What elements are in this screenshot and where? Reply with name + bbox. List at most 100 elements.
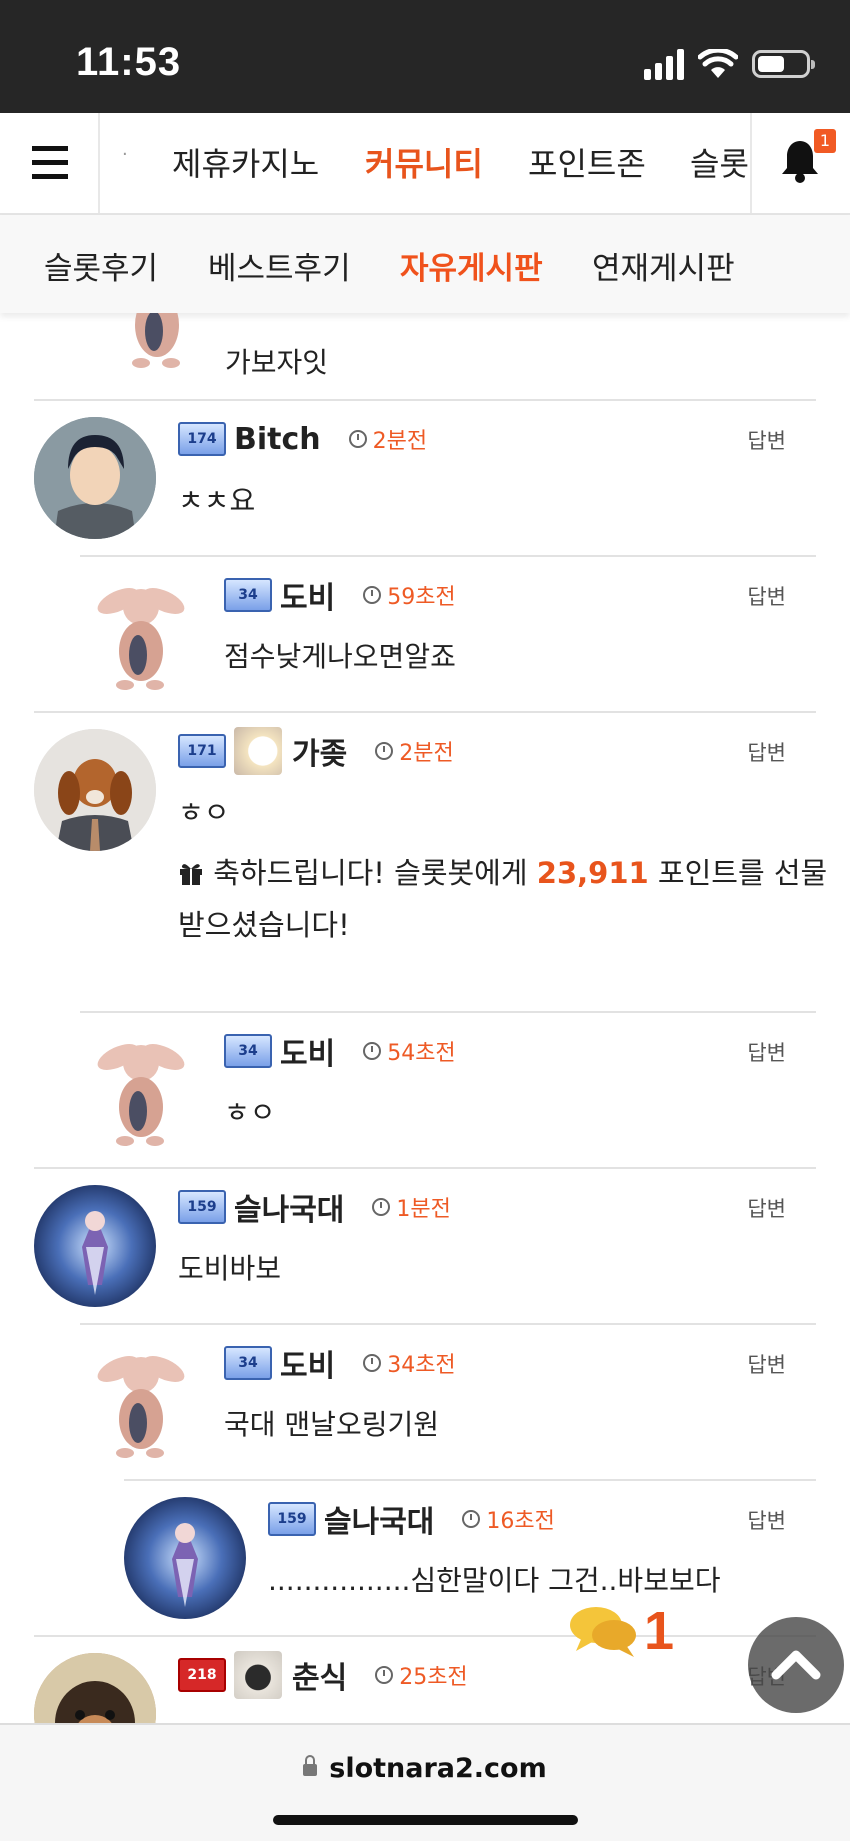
gift-notice: 축하드립니다! 슬롯봇에게 23,911 포인트를 선물 받으셨습니다!	[178, 847, 838, 951]
clock-icon	[375, 1666, 394, 1684]
comment-item: 218 춘식 25초전 답변	[34, 1635, 816, 1723]
top-nav: . 제휴카지노 커뮤니티 포인트존 슬롯 1	[0, 113, 850, 215]
level-badge: 159	[178, 1190, 226, 1224]
menu-icon[interactable]	[0, 113, 100, 213]
sub-nav: 슬롯후기 베스트후기 자유게시판 연재게시판	[0, 215, 850, 313]
comment-time: 25초전	[399, 1665, 468, 1690]
level-badge: 174	[178, 422, 226, 456]
comment-item: 159 슬나국대 16초전 답변 ................심한말이다 그…	[124, 1479, 816, 1637]
avatar	[96, 313, 218, 375]
comment-author[interactable]: 슬나국대	[324, 1497, 434, 1541]
reply-button[interactable]: 답변	[747, 1037, 786, 1067]
home-indicator[interactable]	[273, 1815, 578, 1825]
level-badge: 34	[224, 1034, 272, 1068]
nav-item-point-zone[interactable]: 포인트존	[528, 139, 646, 185]
comment-list: 가보자잇 174 Bitch 2분전 답변 ㅊㅊ요 34 도비 59초전 답변 …	[0, 313, 850, 1723]
avatar	[34, 1185, 156, 1307]
avatar	[34, 417, 156, 539]
avatar	[34, 729, 156, 851]
nav-item-community[interactable]: 커뮤니티	[365, 139, 483, 185]
reply-button[interactable]: 답변	[747, 1349, 786, 1379]
browser-url-bar[interactable]: slotnara2.com	[0, 1723, 850, 1841]
level-badge: 159	[268, 1502, 316, 1536]
comment-item: 가보자잇	[80, 313, 816, 397]
comment-text: 가보자잇	[225, 346, 329, 379]
clock-icon	[363, 1042, 382, 1060]
status-time: 11:53	[76, 40, 182, 84]
clock-icon	[375, 742, 394, 760]
comment-time: 1분전	[396, 1197, 451, 1222]
comment-text: 국대 맨날오링기원	[224, 1408, 439, 1441]
nav-item-slot[interactable]: 슬롯	[690, 139, 748, 185]
comment-time: 2분전	[372, 429, 428, 454]
comment-item: 34 도비 59초전 답변 점수낮게나오면알죠	[80, 555, 816, 713]
comment-item: 34 도비 34초전 답변 국대 맨날오링기원	[80, 1323, 816, 1481]
chat-count: 1	[644, 1601, 675, 1661]
reply-button[interactable]: 답변	[747, 737, 786, 767]
level-badge: 171	[178, 734, 226, 768]
comment-author[interactable]: Bitch	[234, 422, 321, 457]
comment-time: 34초전	[387, 1353, 456, 1378]
comment-item: 34 도비 54초전 답변 ㅎㅇ	[80, 1011, 816, 1169]
comment-text: 도비바보	[178, 1252, 282, 1285]
avatar	[80, 573, 202, 695]
comment-time: 59초전	[387, 585, 456, 610]
scroll-top-button[interactable]	[748, 1617, 844, 1713]
gift-points: 23,911	[536, 856, 649, 890]
nav-item-partner-casino[interactable]: 제휴카지노	[172, 139, 319, 185]
nav-item-scrolled[interactable]: .	[122, 139, 128, 160]
comment-text: ㅊㅊ요	[178, 484, 256, 517]
avatar	[34, 1653, 156, 1723]
battery-icon	[752, 50, 815, 78]
comment-author[interactable]: 슬나국대	[234, 1185, 344, 1229]
clock-icon	[372, 1198, 391, 1216]
comment-author[interactable]: 도비	[280, 1029, 335, 1073]
comment-text: ㅎㅇ	[224, 1096, 276, 1129]
tab-best-review[interactable]: 베스트후기	[208, 243, 351, 288]
lock-icon	[303, 1754, 318, 1776]
reply-button[interactable]: 답변	[747, 425, 786, 455]
comment-text: 점수낮게나오면알죠	[224, 640, 456, 673]
tab-free-board[interactable]: 자유게시판	[400, 243, 543, 288]
gift-icon	[180, 864, 202, 885]
status-bar: 11:53	[0, 0, 850, 113]
url-text: slotnara2.com	[329, 1753, 547, 1784]
gift-text-prefix: 축하드립니다! 슬롯봇에게	[213, 856, 537, 890]
reply-button[interactable]: 답변	[747, 1505, 786, 1535]
nav-menu: . 제휴카지노 커뮤니티 포인트존 슬롯	[100, 113, 748, 213]
clock-icon	[363, 1354, 382, 1372]
emblem-icon	[234, 727, 282, 775]
reply-button[interactable]: 답변	[747, 1193, 786, 1223]
comment-author[interactable]: 도비	[280, 1341, 335, 1385]
comment-item: 171 가좆 2분전 답변 ㅎㅇ 축하드립니다! 슬롯봇에게 23,911 포인…	[34, 711, 827, 1013]
emblem-icon	[234, 1651, 282, 1699]
level-badge: 34	[224, 578, 272, 612]
cellular-signal-icon	[644, 48, 684, 80]
comment-author[interactable]: 가좆	[292, 729, 347, 773]
tab-serial-board[interactable]: 연재게시판	[592, 243, 735, 288]
comment-item: 159 슬나국대 1분전 답변 도비바보	[34, 1167, 816, 1325]
comment-item: 174 Bitch 2분전 답변 ㅊㅊ요	[34, 399, 816, 557]
level-badge: 34	[224, 1346, 272, 1380]
avatar	[80, 1341, 202, 1463]
level-badge: 218	[178, 1658, 226, 1692]
tab-slot-review[interactable]: 슬롯후기	[44, 243, 158, 288]
clock-icon	[462, 1510, 481, 1528]
chevron-up-icon	[771, 1650, 821, 1680]
avatar	[124, 1497, 246, 1619]
comment-time: 2분전	[399, 741, 454, 766]
clock-icon	[363, 586, 382, 604]
reply-button[interactable]: 답변	[747, 581, 786, 611]
comment-author[interactable]: 춘식	[292, 1653, 347, 1697]
notification-button[interactable]: 1	[750, 113, 850, 213]
wifi-icon	[698, 49, 738, 78]
notification-badge: 1	[814, 129, 836, 153]
chat-bubbles-icon	[570, 1607, 636, 1657]
avatar	[80, 1029, 202, 1151]
chat-button[interactable]: 1	[568, 1600, 674, 1662]
comment-text: ................심한말이다 그건..바보보다	[268, 1564, 721, 1597]
comment-time: 16초전	[486, 1509, 555, 1534]
comment-time: 54초전	[387, 1041, 456, 1066]
comment-author[interactable]: 도비	[280, 573, 335, 617]
clock-icon	[348, 430, 367, 448]
